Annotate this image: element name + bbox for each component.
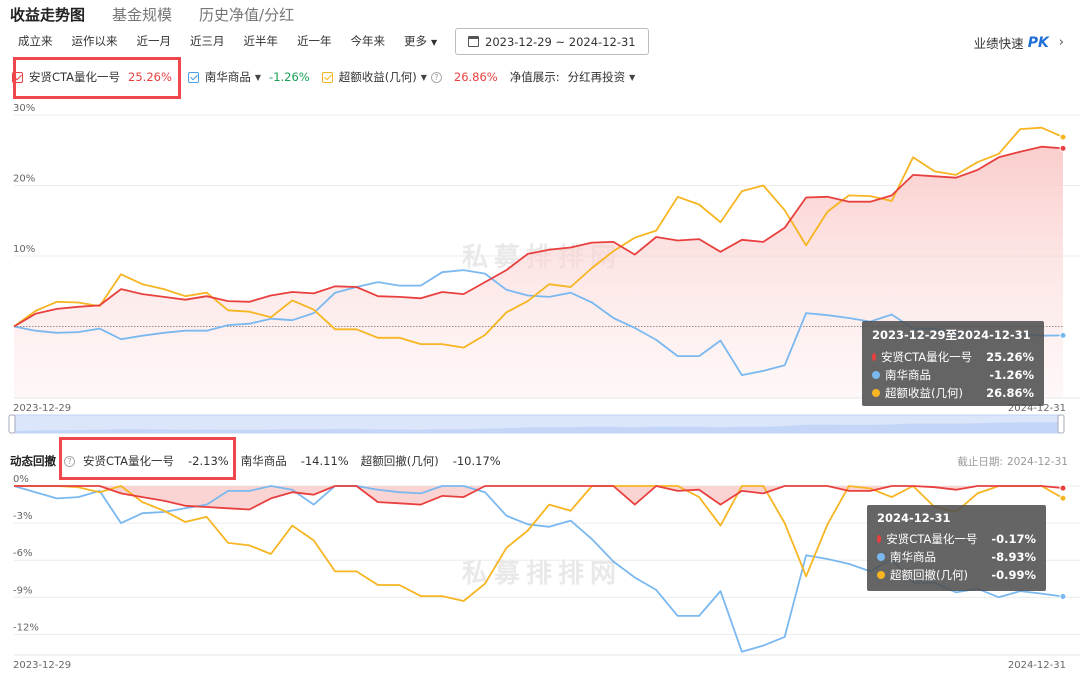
series-end-point — [1059, 144, 1067, 152]
tooltip-series-name: 超额收益(几何) — [885, 386, 963, 400]
series-dot-icon — [872, 389, 880, 397]
tooltip-return-title: 2023-12-29至2024-12-31 — [872, 328, 1031, 342]
tooltip-drawdown-title: 2024-12-31 — [877, 511, 951, 525]
tooltip-series-name: 南华商品 — [885, 368, 931, 382]
tooltip-row: 南华商品 -8.93% — [877, 548, 1036, 566]
x-tick-label: 2023-12-29 — [13, 660, 71, 671]
tooltip-series-value: -1.26% — [989, 368, 1034, 382]
series-dot-icon — [877, 571, 885, 579]
series-dot-icon — [872, 371, 880, 379]
tooltip-row: 安贤CTA量化一号 25.26% — [872, 348, 1034, 366]
tooltip-row: 超额回撤(几何) -0.99% — [877, 566, 1036, 584]
tooltip-series-value: 26.86% — [986, 386, 1034, 400]
tooltip-series-value: -0.17% — [991, 532, 1036, 546]
drawdown-excess-value: -10.17% — [452, 454, 501, 468]
drawdown-title: 动态回撤 — [10, 454, 56, 468]
series-end-point — [1059, 133, 1067, 141]
deadline-label: 截止日期: — [957, 456, 1003, 468]
tooltip-drawdown: 2024-12-31 安贤CTA量化一号 -0.17% 南华商品 -8.93% 超额… — [867, 505, 1046, 591]
y-tick-label: 30% — [13, 103, 35, 114]
tooltip-series-value: -8.93% — [991, 550, 1036, 564]
drawdown-excess-name: 超额回撤(几何) — [360, 454, 439, 468]
y-tick-label: -9% — [13, 585, 32, 596]
y-tick-label: 10% — [13, 244, 35, 255]
series-end-point — [1059, 592, 1067, 600]
tooltip-series-name: 超额回撤(几何) — [890, 568, 968, 582]
slider-handle-right — [1057, 414, 1065, 434]
slider-handle-left — [8, 414, 16, 434]
y-tick-label: -3% — [13, 511, 32, 522]
series-end-point — [1059, 494, 1067, 502]
deadline: 截止日期: 2024-12-31 — [953, 454, 1068, 469]
series-end-point — [1059, 331, 1067, 339]
tooltip-series-name: 安贤CTA量化一号 — [881, 350, 973, 364]
tooltip-row: 安贤CTA量化一号 -0.17% — [877, 530, 1036, 548]
x-tick-label: 2024-12-31 — [1008, 660, 1066, 671]
tooltip-row: 超额收益(几何) 26.86% — [872, 384, 1034, 402]
series-dot-icon — [872, 353, 877, 361]
tooltip-series-name: 安贤CTA量化一号 — [886, 532, 978, 546]
deadline-value: 2024-12-31 — [1006, 456, 1068, 468]
x-tick-label: 2023-12-29 — [13, 403, 71, 414]
tooltip-row: 南华商品 -1.26% — [872, 366, 1034, 384]
tooltip-return: 2023-12-29至2024-12-31 安贤CTA量化一号 25.26% 南华… — [862, 321, 1044, 406]
series-dot-icon — [877, 535, 882, 543]
y-tick-label: 20% — [13, 174, 35, 185]
y-tick-label: -6% — [13, 548, 32, 559]
tooltip-series-value: 25.26% — [986, 350, 1034, 364]
drawdown-bench-name: 南华商品 — [240, 454, 287, 468]
tooltip-series-name: 南华商品 — [890, 550, 936, 564]
y-tick-label: 0% — [13, 474, 29, 485]
drawdown-bench-value: -14.11% — [300, 454, 349, 468]
highlight-box-drawdown — [59, 437, 236, 480]
tooltip-series-value: -0.99% — [991, 568, 1036, 582]
y-tick-label: -12% — [13, 622, 39, 633]
watermark-text: 私募排排网 — [462, 559, 622, 589]
range-slider[interactable] — [8, 414, 1065, 434]
series-dot-icon — [877, 553, 885, 561]
series-end-point — [1059, 484, 1067, 492]
